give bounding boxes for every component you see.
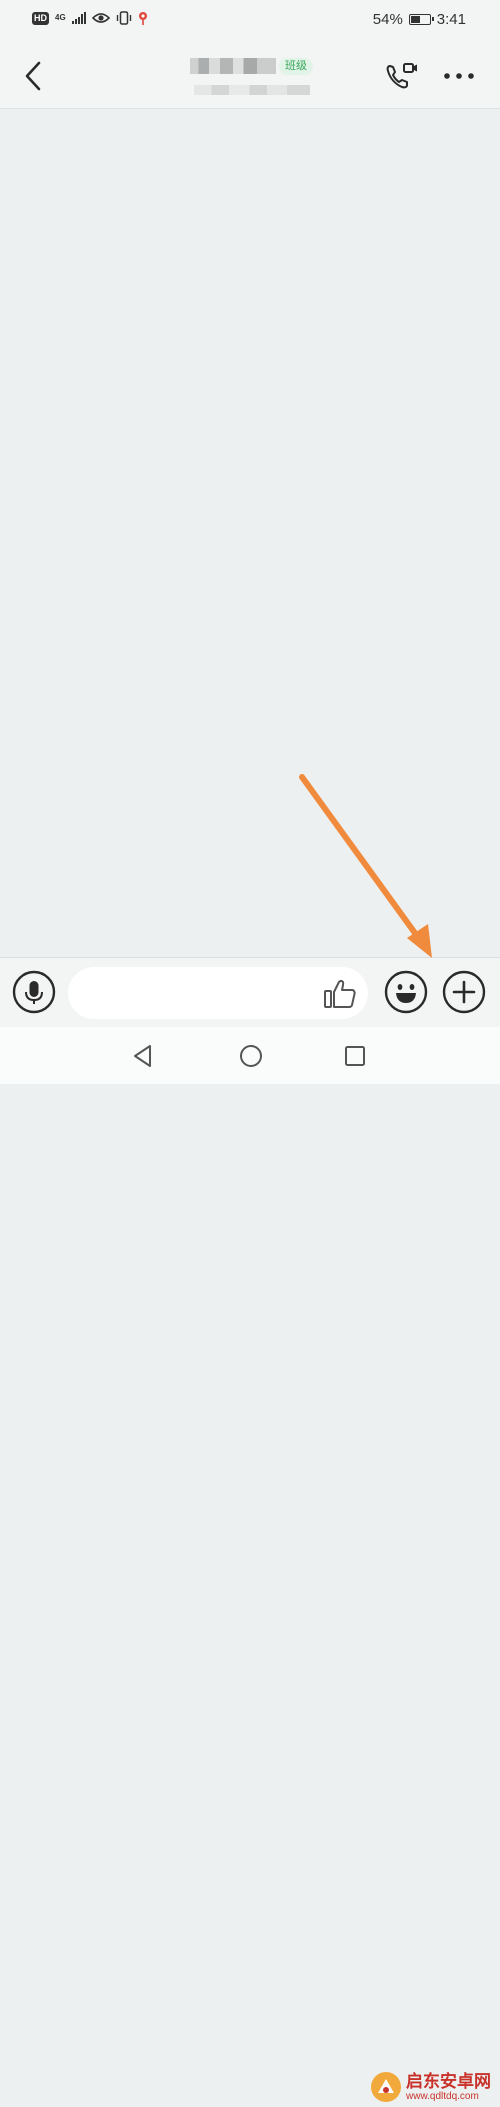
thumbs-up-icon: [324, 980, 356, 1008]
system-nav-bar: 启东安卓网 www.qdltdq.com: [0, 1027, 500, 2102]
chat-header: 班级: [0, 44, 500, 109]
video-call-button[interactable]: [384, 60, 420, 92]
status-icons-right: 54% 3:41: [373, 11, 466, 28]
nav-home-button[interactable]: [238, 1043, 264, 1069]
vibrate-icon: [116, 11, 131, 25]
chat-title: 班级: [190, 58, 340, 98]
signal-icon: [71, 12, 86, 24]
back-button[interactable]: [18, 58, 50, 94]
more-button[interactable]: [440, 66, 478, 86]
square-recent-icon: [345, 1046, 365, 1066]
message-list[interactable]: [0, 109, 500, 957]
chevron-left-icon: [25, 61, 41, 91]
battery-icon: [408, 14, 434, 25]
emoji-button[interactable]: [384, 970, 428, 1014]
eye-icon: [91, 13, 110, 23]
battery-fill: [410, 16, 420, 23]
input-bar: [0, 957, 500, 1028]
chat-subtitle-redacted: [194, 85, 310, 95]
watermark-logo-icon: [371, 2072, 401, 2102]
plus-icon: [442, 970, 486, 1014]
nav-recent-button[interactable]: [344, 1045, 366, 1067]
battery-percent: 54%: [372, 11, 403, 28]
watermark-name: 启东安卓网: [406, 2071, 491, 2091]
triangle-back-icon: [134, 1045, 151, 1067]
nav-back-button[interactable]: [130, 1043, 156, 1069]
network-type: 4G: [55, 13, 66, 22]
status-bar: HD 4G 54% 3:41: [0, 0, 500, 44]
watermark: 启东安卓网 www.qdltdq.com: [370, 2067, 491, 2107]
microphone-icon: [12, 970, 56, 1014]
circle-home-icon: [240, 1045, 262, 1067]
plus-button[interactable]: [442, 970, 486, 1014]
clock: 3:41: [436, 11, 466, 28]
hd-badge: HD: [32, 11, 49, 25]
video-call-icon: [386, 63, 417, 89]
chat-name-redacted: [190, 58, 276, 74]
more-dots-icon: [444, 73, 474, 79]
emoji-icon: [384, 970, 428, 1014]
class-badge: 班级: [279, 58, 313, 75]
watermark-url: www.qdltdq.com: [406, 2090, 479, 2102]
like-button[interactable]: [322, 978, 358, 1010]
location-pin-icon: [138, 12, 147, 25]
voice-button[interactable]: [12, 970, 56, 1014]
status-icons-left: HD 4G: [32, 11, 148, 25]
